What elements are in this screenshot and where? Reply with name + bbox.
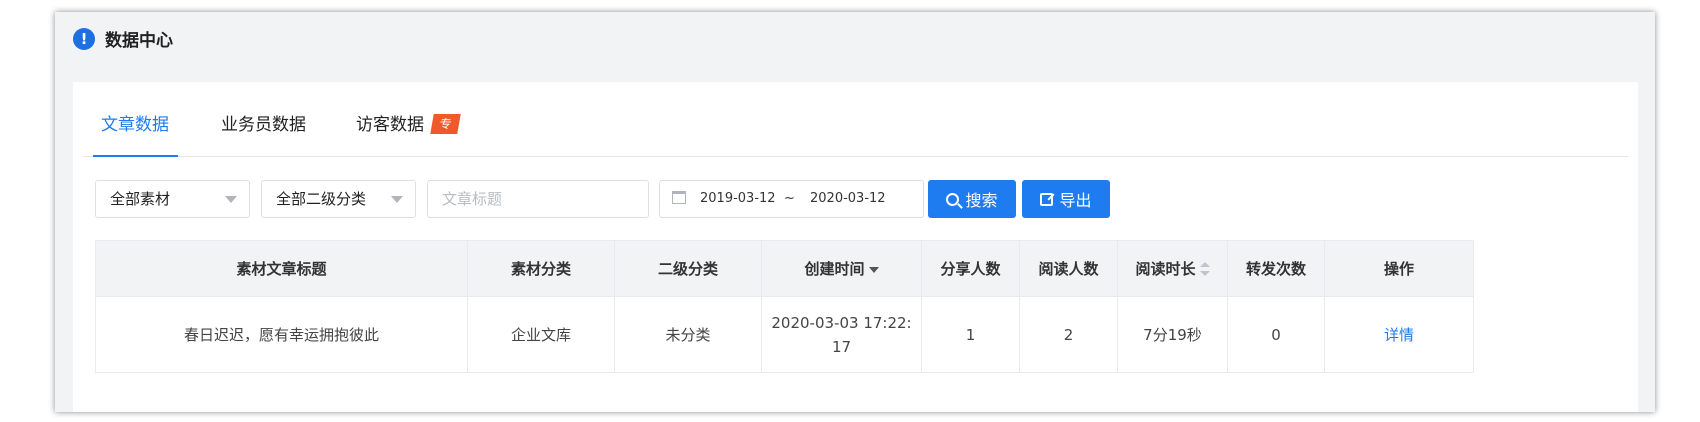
date-end: 2020-03-12: [810, 191, 886, 206]
table-cell: 0: [1227, 296, 1325, 373]
search-button[interactable]: 搜索: [928, 180, 1016, 218]
date-start: 2019-03-12: [700, 191, 776, 206]
content-card: 文章数据 业务员数据 访客数据专 全部素材 全部二级分类 2019-03-12: [73, 82, 1638, 412]
export-icon: [1040, 192, 1054, 206]
tab-label: 业务员数据: [221, 115, 306, 135]
sort-desc-icon: [868, 267, 879, 273]
article-data-table: 素材文章标题 素材分类 二级分类 创建时间 分享人数 阅读人数 阅读时长 转发次…: [95, 240, 1474, 373]
search-button-label: 搜索: [965, 191, 998, 210]
column-header: 操作: [1324, 240, 1474, 297]
column-header-sortable[interactable]: 阅读时长: [1117, 240, 1228, 297]
material-select[interactable]: 全部素材: [95, 180, 250, 218]
export-button[interactable]: 导出: [1022, 180, 1110, 218]
table-cell: 详情: [1324, 296, 1474, 373]
page-header: ! 数据中心: [73, 26, 173, 51]
date-range-picker[interactable]: 2019-03-12 ~ 2020-03-12: [659, 180, 924, 218]
exclamation-icon: !: [73, 27, 95, 50]
table-cell: 2: [1019, 296, 1118, 373]
app-frame: ! 数据中心 文章数据 业务员数据 访客数据专 全部素材 全部二级分类 文章标题…: [55, 12, 1655, 412]
column-header: 素材分类: [467, 240, 615, 297]
pro-badge: 专: [430, 114, 461, 134]
tab-label: 访客数据: [356, 115, 424, 135]
detail-link[interactable]: 详情: [1384, 326, 1414, 344]
tab-bar: 文章数据 业务员数据 访客数据专: [83, 82, 1628, 157]
table-cell: 春日迟迟，愿有幸运拥抱彼此: [95, 296, 468, 373]
material-select-value: 全部素材: [110, 190, 171, 208]
table-cell: 2020-03-03 17:22:17: [761, 296, 922, 373]
article-title-input[interactable]: [427, 180, 649, 218]
date-separator: ~: [784, 191, 795, 206]
chevron-down-icon: [225, 196, 237, 203]
sort-icon: [1199, 262, 1210, 276]
calendar-icon: [672, 191, 686, 204]
category-select-value: 全部二级分类: [276, 190, 367, 208]
table-row: 春日迟迟，愿有幸运拥抱彼此 企业文库 未分类 2020-03-03 17:22:…: [95, 296, 1474, 373]
tab-article-data[interactable]: 文章数据: [93, 110, 178, 157]
column-header: 阅读人数: [1019, 240, 1118, 297]
table-cell: 7分19秒: [1117, 296, 1228, 373]
column-header: 二级分类: [614, 240, 762, 297]
column-header: 素材文章标题: [95, 240, 468, 297]
table-cell: 1: [921, 296, 1020, 373]
tab-visitor-data[interactable]: 访客数据专: [356, 110, 461, 157]
category-select[interactable]: 全部二级分类: [261, 180, 416, 218]
page-title: 数据中心: [105, 31, 173, 51]
export-button-label: 导出: [1059, 191, 1092, 210]
column-header-sortable[interactable]: 创建时间: [761, 240, 922, 297]
column-header: 分享人数: [921, 240, 1020, 297]
tab-salesperson-data[interactable]: 业务员数据: [221, 110, 306, 157]
table-cell: 未分类: [614, 296, 762, 373]
table-cell: 企业文库: [467, 296, 615, 373]
column-header: 转发次数: [1227, 240, 1325, 297]
search-icon: [946, 192, 960, 206]
chevron-down-icon: [391, 196, 403, 203]
table-header-row: 素材文章标题 素材分类 二级分类 创建时间 分享人数 阅读人数 阅读时长 转发次…: [95, 240, 1474, 297]
tab-label: 文章数据: [101, 115, 169, 135]
